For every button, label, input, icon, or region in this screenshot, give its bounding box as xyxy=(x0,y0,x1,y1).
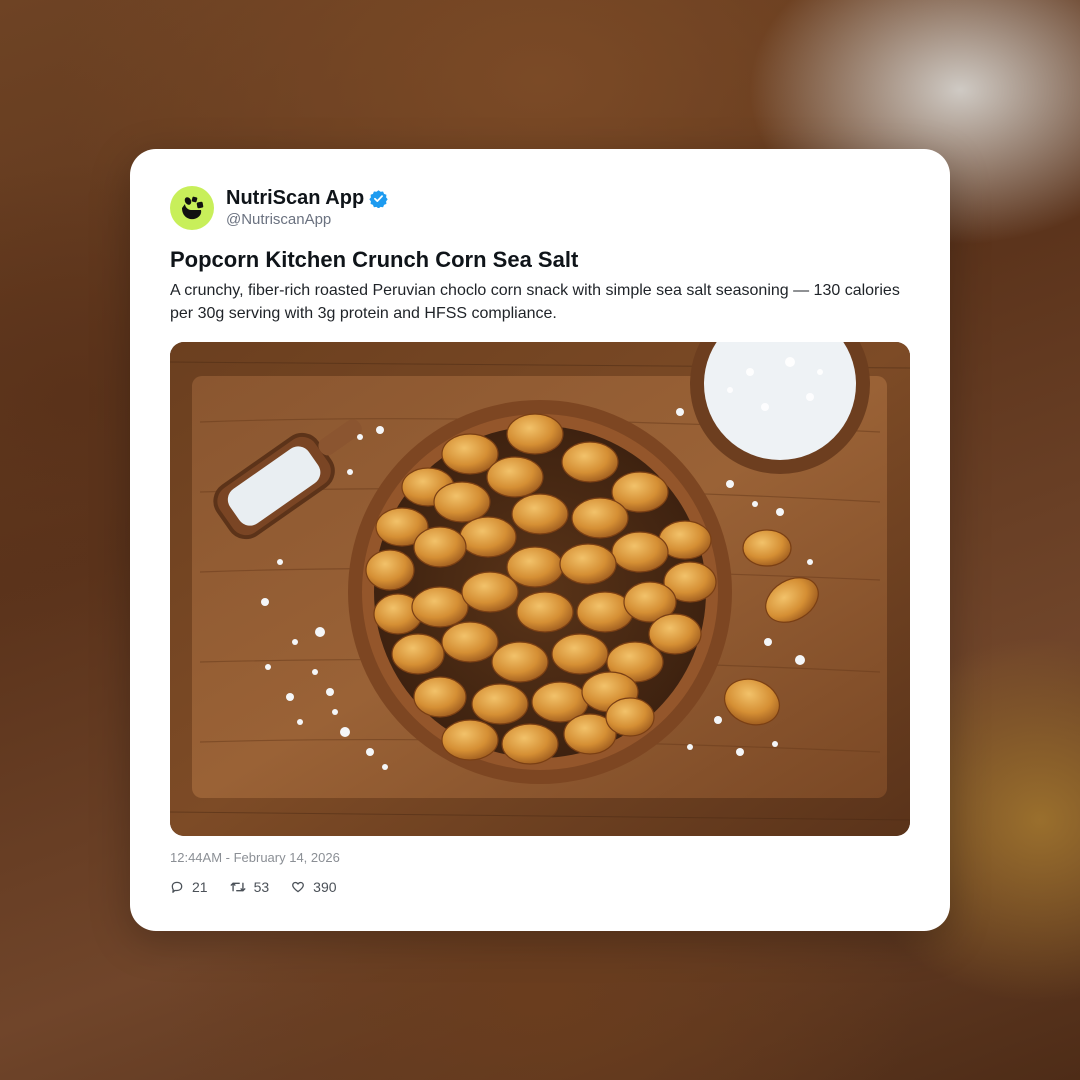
avatar[interactable] xyxy=(170,186,214,230)
post-body: A crunchy, fiber-rich roasted Peruvian c… xyxy=(170,282,900,322)
like-count: 390 xyxy=(313,879,337,895)
corn-bowl-photo xyxy=(170,342,910,836)
reply-count: 21 xyxy=(192,879,208,895)
like-button[interactable]: 390 xyxy=(291,879,337,895)
post-timestamp[interactable]: 12:44AM - February 14, 2026 xyxy=(170,849,340,867)
tweet-header: NutriScan App @NutriscanApp xyxy=(170,185,388,231)
retweet-icon xyxy=(230,882,246,892)
reply-icon xyxy=(171,881,183,893)
author-handle[interactable]: @NutriscanApp xyxy=(226,210,388,230)
post-title: Popcorn Kitchen Crunch Corn Sea Salt xyxy=(170,247,579,272)
nutriscan-logo-icon xyxy=(182,196,204,220)
verified-badge-icon xyxy=(369,189,388,208)
post-image[interactable] xyxy=(170,342,910,836)
author-info: NutriScan App @NutriscanApp xyxy=(226,186,388,230)
retweet-button[interactable]: 53 xyxy=(230,879,270,895)
heart-icon xyxy=(292,881,305,893)
author-display-name[interactable]: NutriScan App xyxy=(226,186,364,210)
name-row: NutriScan App xyxy=(226,186,388,210)
action-bar: 21 53 390 xyxy=(170,879,359,895)
retweet-count: 53 xyxy=(253,879,270,895)
tweet-card: NutriScan App @NutriscanApp Popcorn Kitc… xyxy=(130,149,950,931)
reply-button[interactable]: 21 xyxy=(170,879,208,895)
